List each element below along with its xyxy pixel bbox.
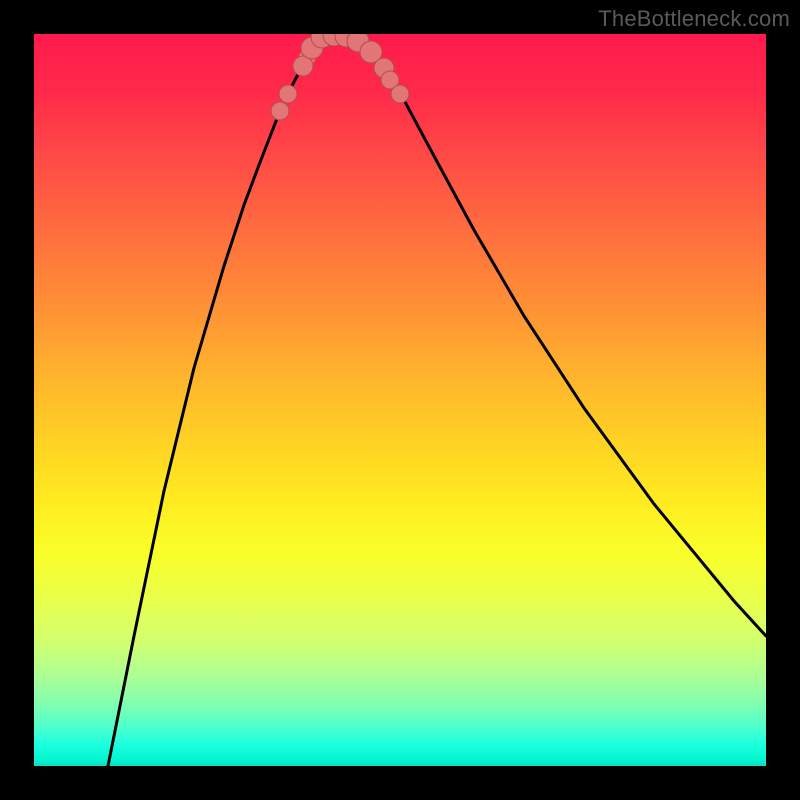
curve-left [108, 35, 334, 766]
curve-right [334, 35, 766, 636]
marker-left-up-1 [271, 102, 289, 120]
chart-frame: TheBottleneck.com [0, 0, 800, 800]
marker-left-up-2 [279, 85, 297, 103]
curve-group [108, 35, 766, 766]
marker-group [271, 34, 409, 120]
watermark-text: TheBottleneck.com [598, 6, 790, 32]
marker-right-up-3 [391, 85, 409, 103]
chart-svg [34, 34, 766, 766]
plot-area [34, 34, 766, 766]
